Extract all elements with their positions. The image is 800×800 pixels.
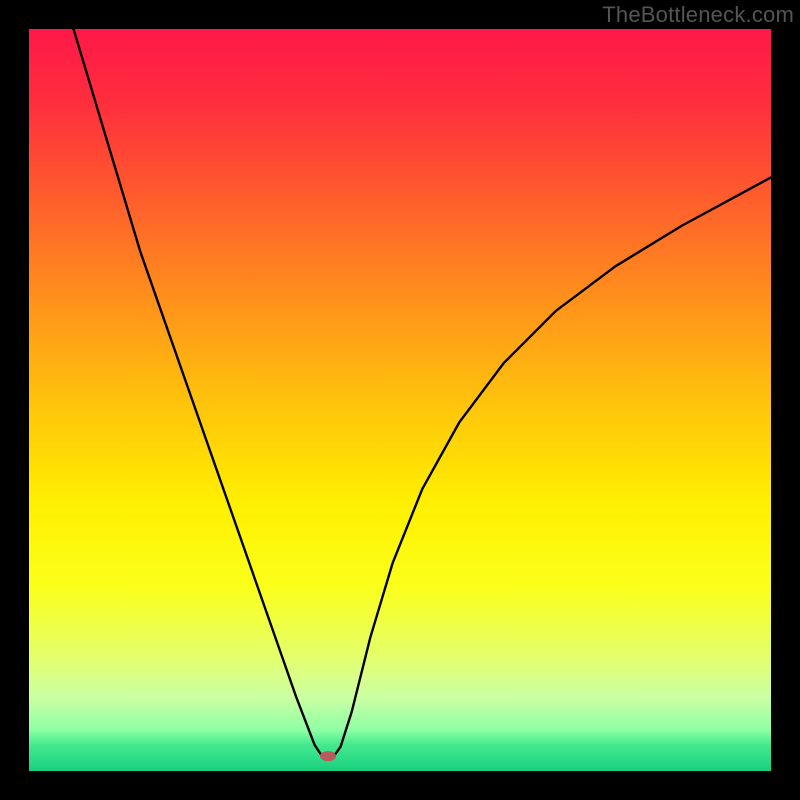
optimum-marker bbox=[320, 751, 336, 761]
chart-frame: TheBottleneck.com bbox=[0, 0, 800, 800]
gradient-background bbox=[29, 29, 771, 771]
watermark-text: TheBottleneck.com bbox=[602, 2, 794, 28]
chart-svg bbox=[29, 29, 771, 771]
plot-area bbox=[29, 29, 771, 771]
